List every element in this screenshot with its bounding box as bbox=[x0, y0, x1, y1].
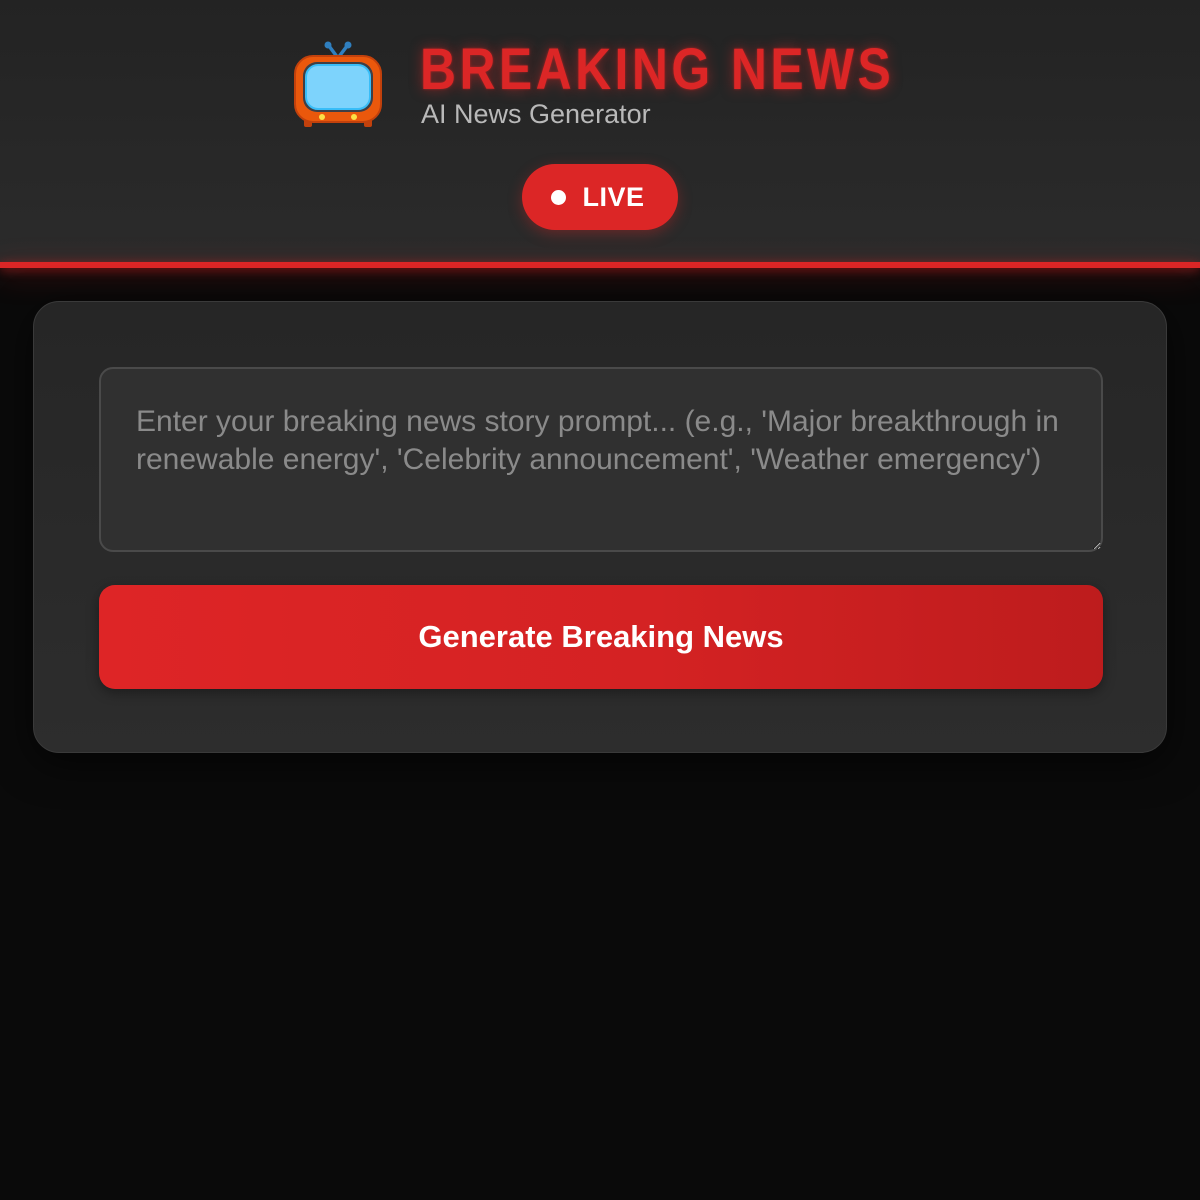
page-subtitle: AI News Generator bbox=[421, 99, 651, 129]
brand: BREAKING NEWS AI News Generator bbox=[292, 36, 932, 136]
live-badge: LIVE bbox=[522, 164, 678, 230]
page-title: BREAKING NEWS bbox=[420, 37, 895, 102]
generator-card: Generate Breaking News bbox=[33, 301, 1167, 753]
live-badge-label: LIVE bbox=[582, 181, 645, 212]
prompt-input[interactable] bbox=[99, 367, 1103, 552]
header-divider bbox=[0, 262, 1200, 268]
site-header: BREAKING NEWS AI News Generator LIVE bbox=[0, 0, 1200, 262]
tv-icon bbox=[294, 41, 382, 127]
generate-button[interactable]: Generate Breaking News bbox=[99, 585, 1103, 689]
live-dot-icon bbox=[551, 189, 567, 205]
